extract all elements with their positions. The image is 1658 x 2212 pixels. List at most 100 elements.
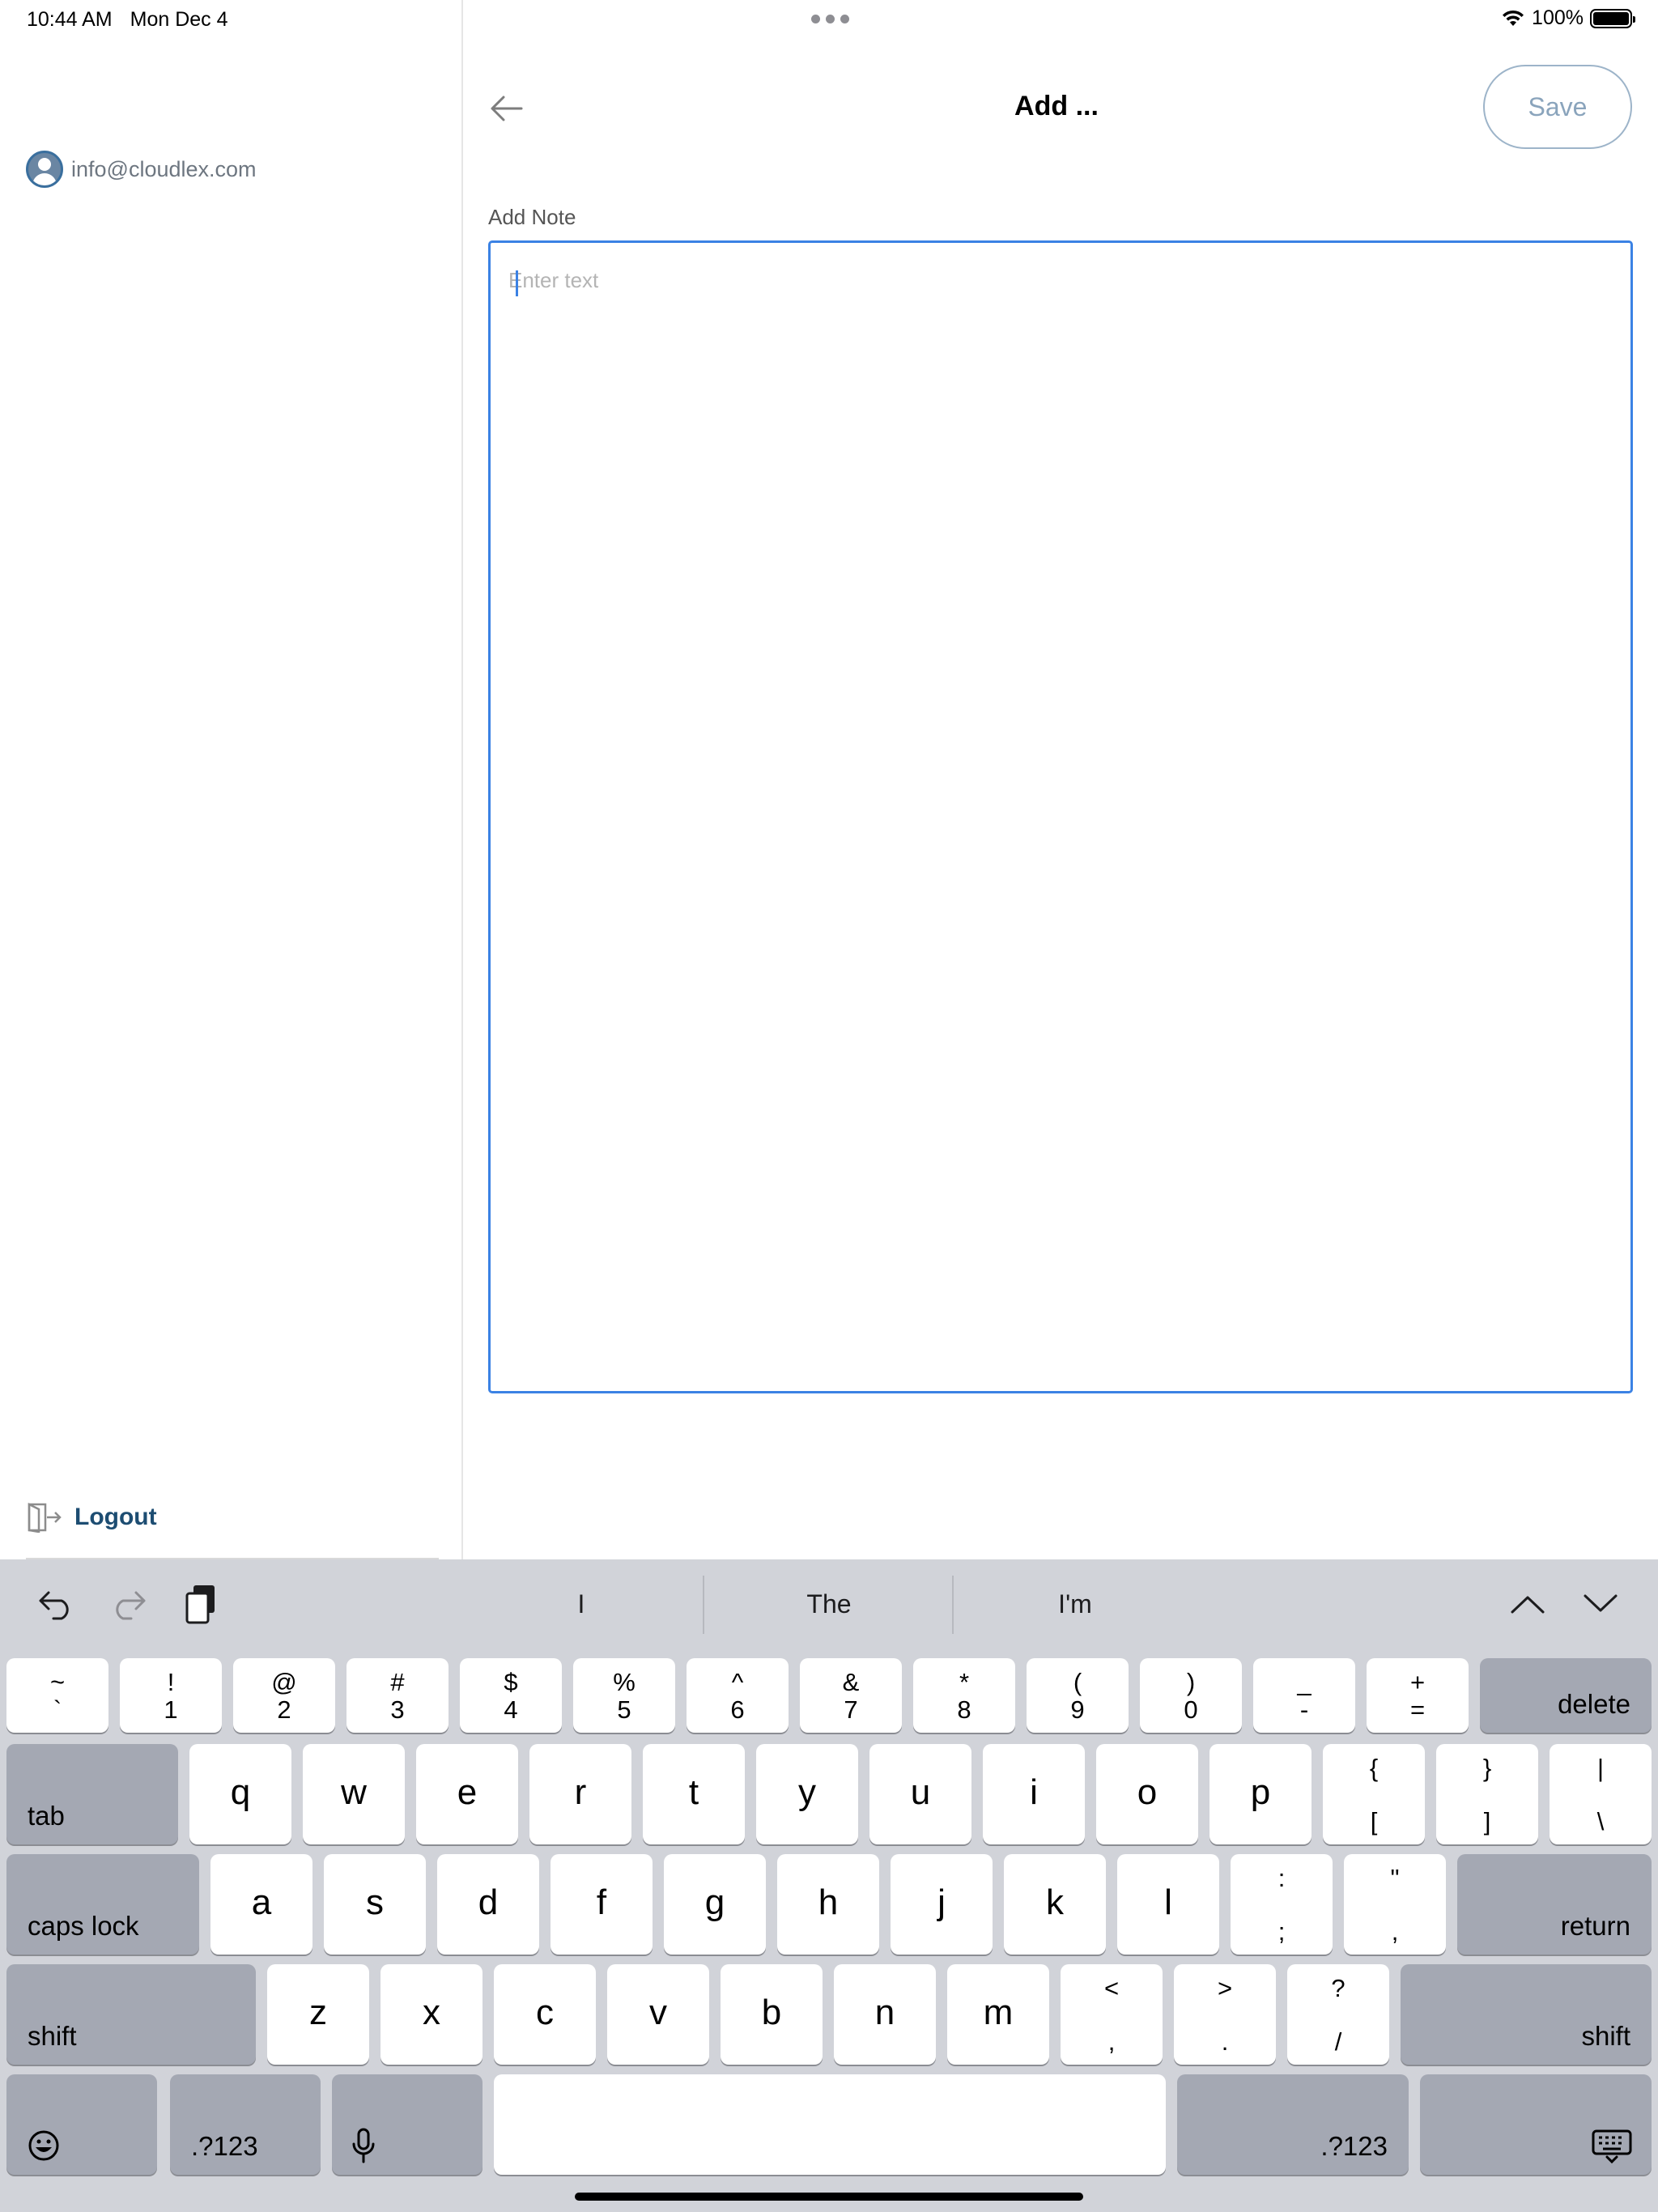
caps-lock-key[interactable]: caps lock [6, 1854, 199, 1955]
suggestion-3[interactable]: I'm [952, 1584, 1198, 1624]
key-number-12[interactable]: + = [1367, 1658, 1469, 1733]
battery-percent: 100% [1532, 6, 1584, 29]
dismiss-keyboard-key[interactable] [1420, 2074, 1652, 2175]
key-i[interactable]: i [983, 1744, 1085, 1844]
save-button[interactable]: Save [1483, 65, 1632, 149]
key-number-7-shift-label: & [842, 1668, 860, 1696]
key-d[interactable]: d [437, 1854, 539, 1955]
key-y[interactable]: y [756, 1744, 858, 1844]
key-number-4[interactable]: $4 [460, 1658, 562, 1733]
key-a-symbol-0-label: ; [1278, 1917, 1286, 1946]
key-a-symbol-0[interactable]: :; [1231, 1854, 1333, 1955]
key-number-3-shift-label: # [390, 1668, 405, 1696]
emoji-key[interactable] [6, 2074, 157, 2175]
key-x[interactable]: x [380, 1964, 483, 2065]
key-w-label: w [341, 1772, 367, 1812]
multitasking-dots[interactable] [811, 15, 849, 23]
microphone-icon [352, 2128, 375, 2163]
back-button[interactable] [489, 91, 525, 126]
space-key[interactable] [494, 2074, 1166, 2175]
key-l[interactable]: l [1117, 1854, 1219, 1955]
key-number-10[interactable]: ) 0 [1140, 1658, 1242, 1733]
right-shift-key[interactable]: shift [1401, 1964, 1652, 2065]
key-number-1[interactable]: ! 1 [120, 1658, 222, 1733]
next-field-button[interactable] [1579, 1582, 1622, 1626]
key-p-label: p [1250, 1772, 1271, 1812]
user-account[interactable]: info@cloudlex.com [26, 151, 257, 188]
key-q[interactable]: q [189, 1744, 291, 1844]
key-number-3[interactable]: #3 [346, 1658, 449, 1733]
paste-button[interactable] [180, 1582, 223, 1626]
home-indicator[interactable] [575, 2193, 1083, 2201]
key-n[interactable]: n [834, 1964, 936, 2065]
numbers-key-right[interactable]: .?123 [1177, 2074, 1409, 2175]
note-textarea[interactable] [488, 240, 1633, 1393]
chevron-up-icon [1511, 1596, 1545, 1614]
suggestion-2[interactable]: The [706, 1584, 952, 1624]
undo-button[interactable] [34, 1582, 78, 1626]
key-k[interactable]: k [1004, 1854, 1106, 1955]
delete-key-label: delete [1558, 1689, 1630, 1719]
key-v-label: v [649, 1993, 667, 2032]
key-number-7-label: 7 [844, 1695, 858, 1724]
key-b[interactable]: b [721, 1964, 823, 2065]
logout-label: Logout [74, 1504, 157, 1530]
key-number-6[interactable]: ^ 6 [687, 1658, 789, 1733]
key-z-symbol-1-label: . [1221, 2027, 1229, 2056]
key-r-label: r [574, 1772, 587, 1812]
return-key[interactable]: return [1457, 1854, 1652, 1955]
key-number-1-label: 1 [164, 1695, 178, 1724]
key-q-symbol-0[interactable]: {[ [1323, 1744, 1425, 1844]
key-number-8-label: 8 [957, 1695, 971, 1724]
key-w[interactable]: w [303, 1744, 405, 1844]
note-input[interactable] [508, 264, 1609, 296]
key-number-11[interactable]: _ - [1253, 1658, 1355, 1733]
key-a[interactable]: a [210, 1854, 312, 1955]
key-number-7[interactable]: & 7 [800, 1658, 902, 1733]
key-number-0-shift-label: ~ [49, 1668, 66, 1696]
key-number-9[interactable]: (9 [1027, 1658, 1129, 1733]
key-r[interactable]: r [529, 1744, 631, 1844]
key-s[interactable]: s [324, 1854, 426, 1955]
key-j[interactable]: j [891, 1854, 993, 1955]
previous-field-button[interactable] [1506, 1582, 1550, 1626]
tab-key[interactable]: tab [6, 1744, 178, 1844]
key-f[interactable]: f [551, 1854, 653, 1955]
key-m-label: m [983, 1993, 1014, 2032]
key-z-symbol-1-shift-label: > [1217, 1974, 1233, 2002]
numbers-key-left[interactable]: .?123 [170, 2074, 321, 2175]
key-q-symbol-1[interactable]: }] [1436, 1744, 1538, 1844]
key-c[interactable]: c [494, 1964, 596, 2065]
key-number-0[interactable]: ~ ` [6, 1658, 108, 1733]
key-p[interactable]: p [1209, 1744, 1312, 1844]
key-o[interactable]: o [1096, 1744, 1198, 1844]
sidebar: info@cloudlex.com Logout [0, 0, 463, 1559]
key-n-label: n [874, 1993, 895, 2032]
redo-button[interactable] [107, 1582, 151, 1626]
arrow-left-icon [491, 96, 523, 121]
key-v[interactable]: v [607, 1964, 709, 2065]
key-number-4-label: 4 [504, 1695, 518, 1724]
dictation-key[interactable] [332, 2074, 483, 2175]
key-g[interactable]: g [664, 1854, 766, 1955]
key-e[interactable]: e [416, 1744, 518, 1844]
key-z-symbol-2[interactable]: ? / [1287, 1964, 1389, 2065]
key-q-symbol-2[interactable]: | \ [1550, 1744, 1652, 1844]
shift-key-label: shift [28, 2021, 77, 2051]
suggestion-1[interactable]: I [458, 1584, 704, 1624]
key-a-symbol-1[interactable]: ", [1344, 1854, 1446, 1955]
logout-button[interactable]: Logout [28, 1502, 157, 1533]
key-m[interactable]: m [947, 1964, 1049, 2065]
key-h[interactable]: h [777, 1854, 879, 1955]
key-z-symbol-1[interactable]: >. [1174, 1964, 1276, 2065]
key-t[interactable]: t [643, 1744, 745, 1844]
key-number-2[interactable]: @2 [233, 1658, 335, 1733]
key-number-8[interactable]: * 8 [913, 1658, 1015, 1733]
key-q-symbol-2-label: \ [1596, 1807, 1605, 1836]
left-shift-key[interactable]: shift [6, 1964, 256, 2065]
key-u[interactable]: u [869, 1744, 971, 1844]
delete-key[interactable]: delete [1480, 1658, 1652, 1733]
key-number-5[interactable]: % 5 [573, 1658, 675, 1733]
key-z-symbol-0[interactable]: <, [1061, 1964, 1163, 2065]
key-z[interactable]: z [267, 1964, 369, 2065]
